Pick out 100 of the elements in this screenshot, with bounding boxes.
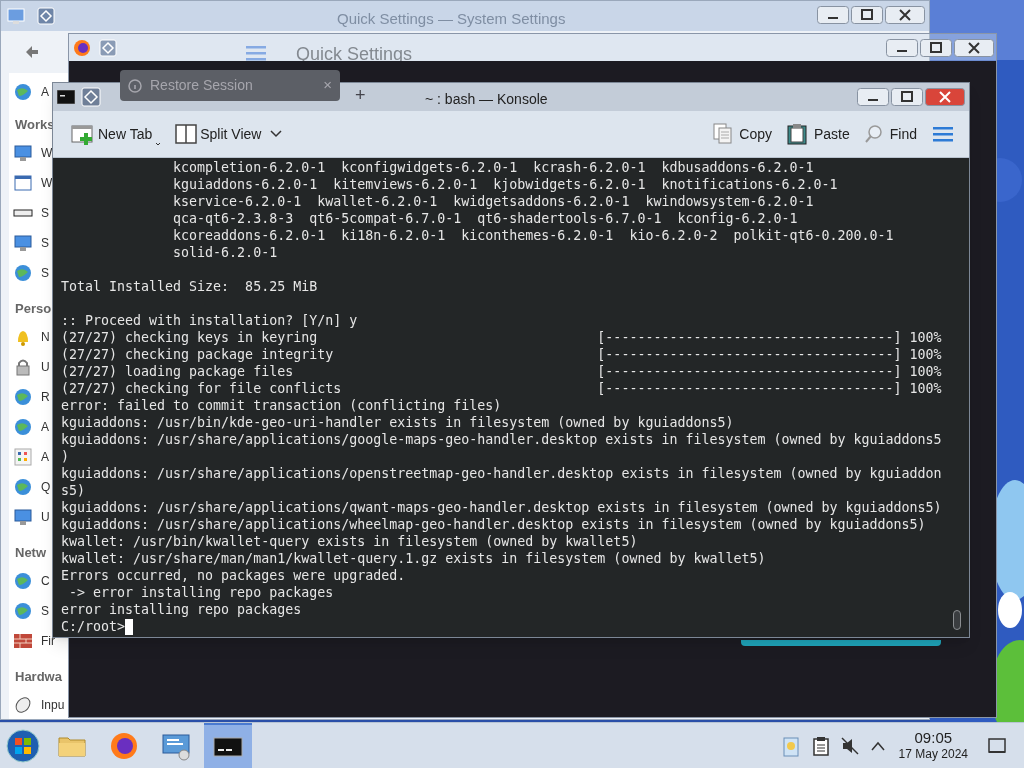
terminal-line: error: failed to commit transaction (conflicting files) — [61, 397, 503, 414]
terminal-line: ) — [61, 448, 70, 465]
chevron-up-icon[interactable] — [870, 740, 885, 751]
sidebar-item[interactable]: Inpu — [41, 696, 65, 714]
globe-icon — [13, 417, 33, 437]
text-cursor — [125, 618, 134, 635]
terminal-line: qca-qt6-2.3.8-3 qt6-5compat-6.7.0-1 qt6-shadertools-6.7.0-1 kconfig-6.2.0-1 — [172, 210, 799, 227]
globe-icon — [13, 387, 33, 407]
split-view-button[interactable]: Split View — [173, 118, 285, 150]
sidebar-item[interactable]: U — [41, 358, 50, 376]
menu-icon[interactable] — [933, 126, 953, 142]
terminal-icon — [57, 90, 75, 104]
sidebar-item[interactable]: Q — [41, 478, 51, 496]
sidebar-item[interactable]: W — [41, 144, 53, 162]
sidebar-item[interactable]: A — [41, 418, 49, 436]
sidebar-item[interactable]: S — [41, 204, 49, 222]
clock-time: 09:05 — [914, 728, 953, 748]
find-button[interactable]: Find — [863, 118, 917, 150]
terminal-line: kguiaddons: /usr/share/applications/openstreetmap-geo-handler.desktop exists in filesystem (owned by kguiaddon — [61, 465, 943, 482]
sidebar-item[interactable]: Fir — [41, 632, 55, 650]
maximize-button[interactable] — [891, 88, 923, 106]
sidebar-item[interactable]: U — [41, 508, 50, 526]
terminal-line: s5) — [61, 482, 87, 499]
terminal-line: kguiaddons: /usr/share/applications/wheelmap-geo-handler.desktop exists in filesystem (owned by kguiaddons5) — [61, 516, 927, 533]
search-icon — [863, 124, 884, 144]
close-button[interactable] — [954, 38, 994, 57]
terminal-line: (27/27) checking for file conflicts — [61, 380, 343, 397]
new-tab-button[interactable]: + — [355, 86, 366, 104]
terminal-line: kguiaddons-6.2.0-1 kitemviews-6.2.0-1 kjobwidgets-6.2.0-1 knotifications-6.2.0-1 — [172, 176, 839, 193]
globe-icon — [13, 601, 33, 621]
split-view-icon — [175, 124, 198, 144]
terminal-line: kguiaddons: /usr/share/applications/google-maps-geo-handler.desktop exists in filesystem (owned by kguiaddons5 — [61, 431, 943, 448]
taskbar-app-button[interactable] — [204, 722, 252, 768]
progress-bar-text: [------------------------------------] — [597, 380, 902, 397]
paste-button[interactable]: Paste — [785, 118, 850, 150]
terminal-line: :: Proceed with installation? [Y/n] y — [61, 312, 359, 329]
globe-icon — [13, 263, 33, 283]
monitor-icon — [13, 143, 33, 163]
progress-bar-text: [------------------------------------] — [597, 346, 902, 363]
terminal-line: solid-6.2.0-1 — [172, 244, 279, 261]
window-icon — [13, 173, 33, 193]
info-icon — [128, 78, 142, 93]
progress-percent: 100% — [909, 329, 942, 346]
sidebar-item[interactable]: C — [41, 572, 50, 590]
terminal-line: error installing repo packages — [61, 601, 303, 618]
pin-icon — [81, 87, 101, 107]
monitor-icon — [13, 507, 33, 527]
terminal-line: Errors occurred, no packages were upgraded. — [61, 567, 407, 584]
sidebar-item[interactable]: W — [41, 174, 53, 192]
scrollbar-thumb[interactable] — [953, 610, 961, 630]
terminal-line: kcompletion-6.2.0-1 kconfigwidgets-6.2.0-1 kcrash-6.2.0-1 kdbusaddons-6.2.0-1 — [172, 159, 815, 176]
globe-icon — [13, 477, 33, 497]
keyboard-icon — [13, 209, 33, 217]
sidebar-item[interactable]: S — [41, 602, 49, 620]
firefox-icon — [73, 38, 91, 57]
sidebar-section-title: Netw — [15, 544, 47, 562]
minimize-button[interactable] — [857, 88, 889, 106]
terminal-line: (27/27) checking package integrity — [61, 346, 335, 363]
sidebar-item[interactable]: N — [41, 328, 50, 346]
sidebar-section-title: Hardwa — [15, 668, 62, 686]
progress-bar-text: [------------------------------------] — [597, 329, 902, 346]
terminal-line: (27/27) loading package files — [61, 363, 295, 380]
terminal-line: kwallet: /usr/bin/kwallet-query exists in filesystem (owned by kwallet5) — [61, 533, 639, 550]
sidebar-item[interactable]: A — [41, 83, 49, 101]
progress-percent: 100% — [909, 346, 942, 363]
monitor-icon — [13, 233, 33, 253]
terminal-line: kservice-6.2.0-1 kwallet-6.2.0-1 kwidgetsaddons-6.2.0-1 kwindowsystem-6.2.0-1 — [172, 193, 815, 210]
muted-speaker-icon[interactable] — [840, 736, 859, 755]
minimize-button[interactable] — [886, 38, 918, 57]
page-heading: Quick Settings — [296, 43, 413, 66]
terminal-line: kwallet: /usr/share/man/man1/kwallet-query.1.gz exists in filesystem (owned by kwallet5) — [61, 550, 767, 567]
terminal-line: Total Installed Size: 85.25 MiB — [61, 278, 319, 295]
globe-icon — [13, 571, 33, 591]
minimize-button[interactable] — [817, 6, 849, 24]
new-tab-icon — [71, 123, 95, 145]
start-button[interactable] — [6, 728, 40, 763]
new-tab-button[interactable]: New Tab — [69, 118, 164, 150]
copy-icon — [713, 123, 734, 145]
copy-button[interactable]: Copy — [713, 118, 772, 150]
progress-percent: 100% — [909, 363, 942, 380]
sidebar-item[interactable]: A — [41, 448, 49, 466]
window-title: Quick Settings — System Settings — [337, 9, 566, 29]
progress-percent: 100% — [909, 380, 942, 397]
close-button[interactable] — [885, 6, 925, 24]
clipboard-icon[interactable] — [812, 735, 829, 756]
maximize-button[interactable] — [851, 6, 883, 24]
show-desktop-button[interactable] — [988, 737, 1006, 754]
sidebar-item[interactable]: S — [41, 234, 49, 252]
settings-app-icon — [7, 7, 25, 25]
window-title: ~ : bash — Konsole — [425, 90, 548, 109]
caret-icon — [155, 142, 162, 146]
globe-icon — [13, 82, 33, 102]
pin-icon — [37, 7, 55, 25]
sidebar-section-title: Perso — [15, 300, 52, 318]
maximize-button[interactable] — [920, 38, 952, 57]
terminal-line: (27/27) checking keys in keyring — [61, 329, 319, 346]
sidebar-item[interactable]: R — [41, 388, 50, 406]
progress-bar-text: [------------------------------------] — [597, 363, 902, 380]
mouse-icon — [13, 695, 33, 715]
sidebar-item[interactable]: S — [41, 264, 49, 282]
